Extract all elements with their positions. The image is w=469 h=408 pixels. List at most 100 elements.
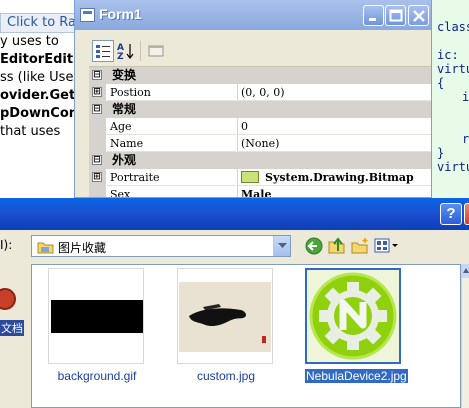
file-name: background.gif [57, 369, 137, 383]
code-line: { [437, 76, 445, 90]
form-window-icon [80, 8, 95, 22]
help-icon: ? [446, 205, 456, 222]
property-name: Portraite [107, 169, 236, 186]
property-value[interactable]: (0, 0, 0) [237, 84, 431, 101]
property-value[interactable]: Male [237, 186, 431, 198]
scroll-up-button[interactable] [462, 264, 469, 278]
new-folder-icon [351, 238, 368, 254]
up-folder-button[interactable] [327, 236, 347, 256]
article-line: pDownCon [0, 106, 75, 121]
background-code: class ic: virtu { i r } virtu [432, 0, 469, 200]
code-line: virtu [437, 160, 469, 174]
nebula-gear-image [307, 270, 399, 362]
collapse-icon[interactable]: ⊟ [92, 104, 102, 114]
places-item-label[interactable]: 文档 [0, 320, 24, 336]
new-folder-button[interactable] [350, 236, 370, 256]
code-line: i [462, 90, 469, 104]
property-row[interactable]: Sex Male [89, 186, 431, 198]
property-category[interactable]: ⊟ 常规 [89, 101, 431, 118]
toolbar-separator [140, 41, 141, 61]
row-gutter: ⊞ [89, 169, 106, 186]
expand-icon[interactable]: ⊞ [92, 87, 102, 97]
look-in-label: I): [0, 238, 13, 252]
calligraphy-image [179, 282, 271, 352]
close-icon [413, 10, 425, 22]
property-value[interactable]: (None) [237, 135, 431, 152]
look-in-dropdown[interactable]: 图片收藏 [31, 235, 291, 257]
maximize-icon [389, 9, 403, 22]
up-folder-icon [328, 237, 345, 254]
code-line: ic: [437, 48, 459, 62]
form1-window: Form1 A Z ⊟ 变换 ⊞ Postion (0, 0, 0) ⊟ 常规 … [74, 0, 432, 198]
chevron-up-icon [463, 268, 469, 273]
row-gutter: ⊟ [89, 67, 106, 84]
row-gutter [89, 118, 106, 135]
open-file-dialog: ? I): 图片收藏 文档 background.gif custom.jpg … [0, 198, 469, 408]
bitmap-thumbnail-icon [241, 171, 259, 183]
close-button[interactable] [408, 5, 429, 26]
thumbnail-frame [305, 268, 401, 364]
article-line: y uses to [0, 34, 59, 49]
folder-icon [37, 242, 54, 254]
property-row[interactable]: ⊞ Portraite System.Drawing.Bitmap [89, 169, 431, 186]
property-name: Postion [107, 84, 236, 101]
black-bar-image [51, 300, 143, 333]
row-gutter: ⊟ [89, 152, 106, 169]
row-gutter [89, 135, 106, 152]
look-in-dropdown-arrow[interactable] [273, 236, 290, 256]
code-line: class [437, 20, 469, 34]
categorized-button[interactable] [92, 40, 114, 62]
property-grid[interactable]: ⊟ 变换 ⊞ Postion (0, 0, 0) ⊟ 常规 Age 0 Name (None) ⊟ 外观… [89, 66, 431, 198]
alphabetical-sort-icon: A Z [117, 43, 134, 62]
minimize-icon [369, 18, 376, 21]
dialog-close-button[interactable] [464, 203, 469, 225]
category-label: 常规 [112, 102, 137, 116]
article-line: ovider.Get [0, 88, 75, 103]
row-gutter: ⊞ [89, 84, 106, 101]
property-name: Name [107, 135, 236, 152]
file-list-scrollbar[interactable] [461, 264, 469, 408]
property-row[interactable]: Age 0 [89, 118, 431, 135]
article-line: EditorEditS [0, 52, 75, 67]
my-documents-icon[interactable] [0, 288, 16, 310]
code-line: } [437, 146, 445, 160]
collapse-icon[interactable]: ⊟ [92, 70, 102, 80]
property-name: Age [107, 118, 236, 135]
property-value-text: (0, 0, 0) [241, 86, 285, 99]
property-row[interactable]: Name (None) [89, 135, 431, 152]
dialog-title-bar[interactable]: ? [0, 198, 469, 230]
row-gutter [89, 186, 106, 197]
property-pages-button[interactable] [145, 40, 167, 62]
back-button[interactable] [304, 236, 324, 256]
back-arrow-icon [305, 237, 323, 255]
expand-icon[interactable]: ⊞ [92, 172, 102, 182]
click-to-rate-link[interactable]: Click to Ra [0, 13, 75, 33]
property-value-text: (None) [241, 137, 280, 150]
help-button[interactable]: ? [440, 203, 462, 225]
article-line: that uses [0, 124, 61, 139]
form1-title-bar[interactable]: Form1 [75, 0, 431, 30]
property-grid-toolbar: A Z [89, 38, 429, 66]
property-value[interactable]: System.Drawing.Bitmap [237, 169, 431, 186]
category-label: 外观 [112, 153, 137, 167]
property-value-text: 0 [241, 120, 248, 133]
look-in-value: 图片收藏 [58, 241, 107, 255]
thumbnail-frame [48, 268, 144, 364]
maximize-button[interactable] [385, 5, 406, 26]
property-category[interactable]: ⊟ 外观 [89, 152, 431, 169]
alphabetical-button[interactable]: A Z [115, 40, 137, 62]
collapse-icon[interactable]: ⊟ [92, 155, 102, 165]
minimize-button[interactable] [363, 5, 384, 26]
places-bar: 文档 [0, 264, 31, 408]
article-line: ss (like Use [0, 70, 74, 85]
background-article: Click to Ra y uses to EditorEditS ss (li… [0, 0, 75, 200]
views-menu-button[interactable] [373, 236, 399, 256]
property-name: Sex [107, 186, 236, 197]
property-value[interactable]: 0 [237, 118, 431, 135]
file-name: custom.jpg [196, 369, 256, 383]
thumbnail-frame [177, 268, 273, 364]
property-value-text: Male [241, 188, 272, 198]
chevron-down-icon [278, 243, 287, 248]
property-category[interactable]: ⊟ 变换 [89, 67, 431, 84]
property-row[interactable]: ⊞ Postion (0, 0, 0) [89, 84, 431, 101]
